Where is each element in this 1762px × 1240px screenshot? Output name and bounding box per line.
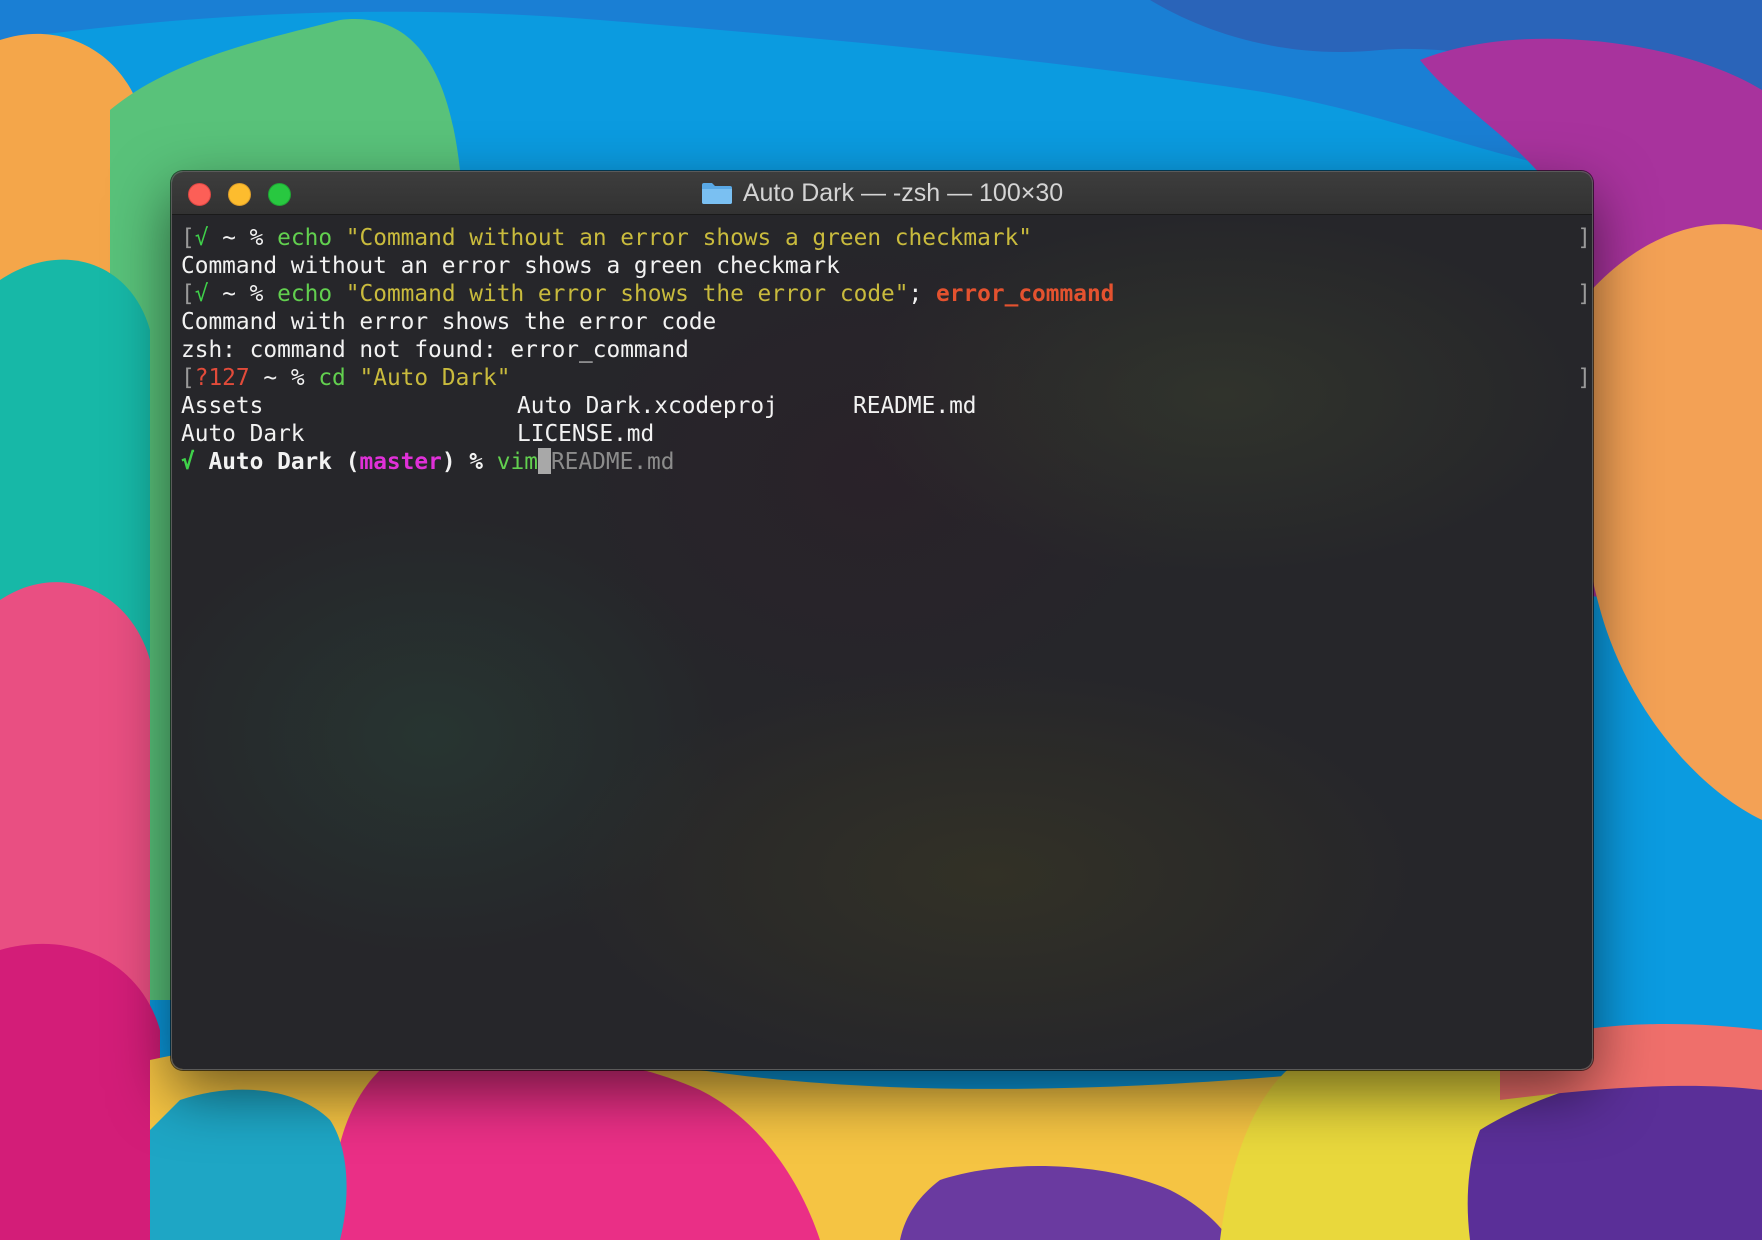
prompt-symbol: % [249, 225, 264, 251]
directory-listing-row: Assets Auto Dark.xcodeproj README.md [181, 392, 1592, 420]
prompt-dir: Auto Dark [208, 449, 332, 475]
folder-icon [701, 181, 733, 205]
window-title-text: Auto Dark — -zsh — 100×30 [742, 178, 1064, 207]
listing-entry: Assets [181, 393, 264, 419]
listing-entry: README.md [853, 393, 977, 419]
prompt-dir: ~ [222, 281, 236, 307]
prompt-dir: ~ [222, 225, 236, 251]
title-bar[interactable]: Auto Dark — -zsh — 100×30 [172, 172, 1592, 215]
current-prompt-line[interactable]: √ Auto Dark (master) % vim README.md [181, 448, 1592, 476]
listing-entry: Auto Dark [181, 421, 305, 447]
terminal-line: [?127 ~ % cd "Auto Dark"] [181, 365, 1591, 391]
listing-entry: LICENSE.md [517, 421, 655, 447]
window-title: Auto Dark — -zsh — 100×30 [172, 172, 1592, 214]
status-success-icon: √ [181, 449, 195, 475]
terminal-line: [√ ~ % echo "Command with error shows th… [181, 281, 1591, 307]
listing-entry: Auto Dark.xcodeproj [517, 393, 778, 419]
command-output: Command without an error shows a green c… [181, 253, 840, 279]
prompt-dir: ~ [263, 365, 278, 391]
terminal-line: Command without an error shows a green c… [181, 252, 1592, 280]
git-branch: master [359, 449, 442, 475]
command-argument: "Auto Dark" [359, 365, 511, 391]
text-cursor [537, 448, 551, 474]
prompt-symbol: % [249, 281, 264, 307]
terminal-output[interactable]: [√ ~ % echo "Command without an error sh… [172, 215, 1592, 1069]
error-output: zsh: command not found: error_command [181, 337, 689, 363]
command-argument: "Command with error shows the error code… [345, 281, 909, 307]
command-name: vim [496, 449, 538, 475]
command-output: Command with error shows the error code [181, 309, 717, 335]
command-argument: "Command without an error shows a green … [345, 225, 1033, 251]
command-name: echo [277, 225, 333, 251]
status-success-icon: √ [194, 225, 209, 251]
error-command: error_command [935, 281, 1115, 307]
terminal-line: zsh: command not found: error_command [181, 336, 1592, 364]
command-name: echo [277, 281, 333, 307]
status-success-icon: √ [194, 281, 209, 307]
status-error-code: ?127 [194, 365, 250, 391]
command-separator: ; [908, 281, 923, 307]
desktop: Auto Dark — -zsh — 100×30 [√ ~ % echo "C… [0, 0, 1762, 1240]
terminal-line: [√ ~ % echo "Command without an error sh… [181, 225, 1591, 251]
prompt-symbol: % [290, 365, 305, 391]
autosuggestion: README.md [550, 449, 675, 475]
terminal-window[interactable]: Auto Dark — -zsh — 100×30 [√ ~ % echo "C… [171, 171, 1593, 1070]
directory-listing-row: Auto Dark LICENSE.md [181, 420, 1592, 448]
terminal-line: Command with error shows the error code [181, 308, 1592, 336]
prompt-symbol: % [469, 449, 484, 475]
command-name: cd [318, 365, 346, 391]
